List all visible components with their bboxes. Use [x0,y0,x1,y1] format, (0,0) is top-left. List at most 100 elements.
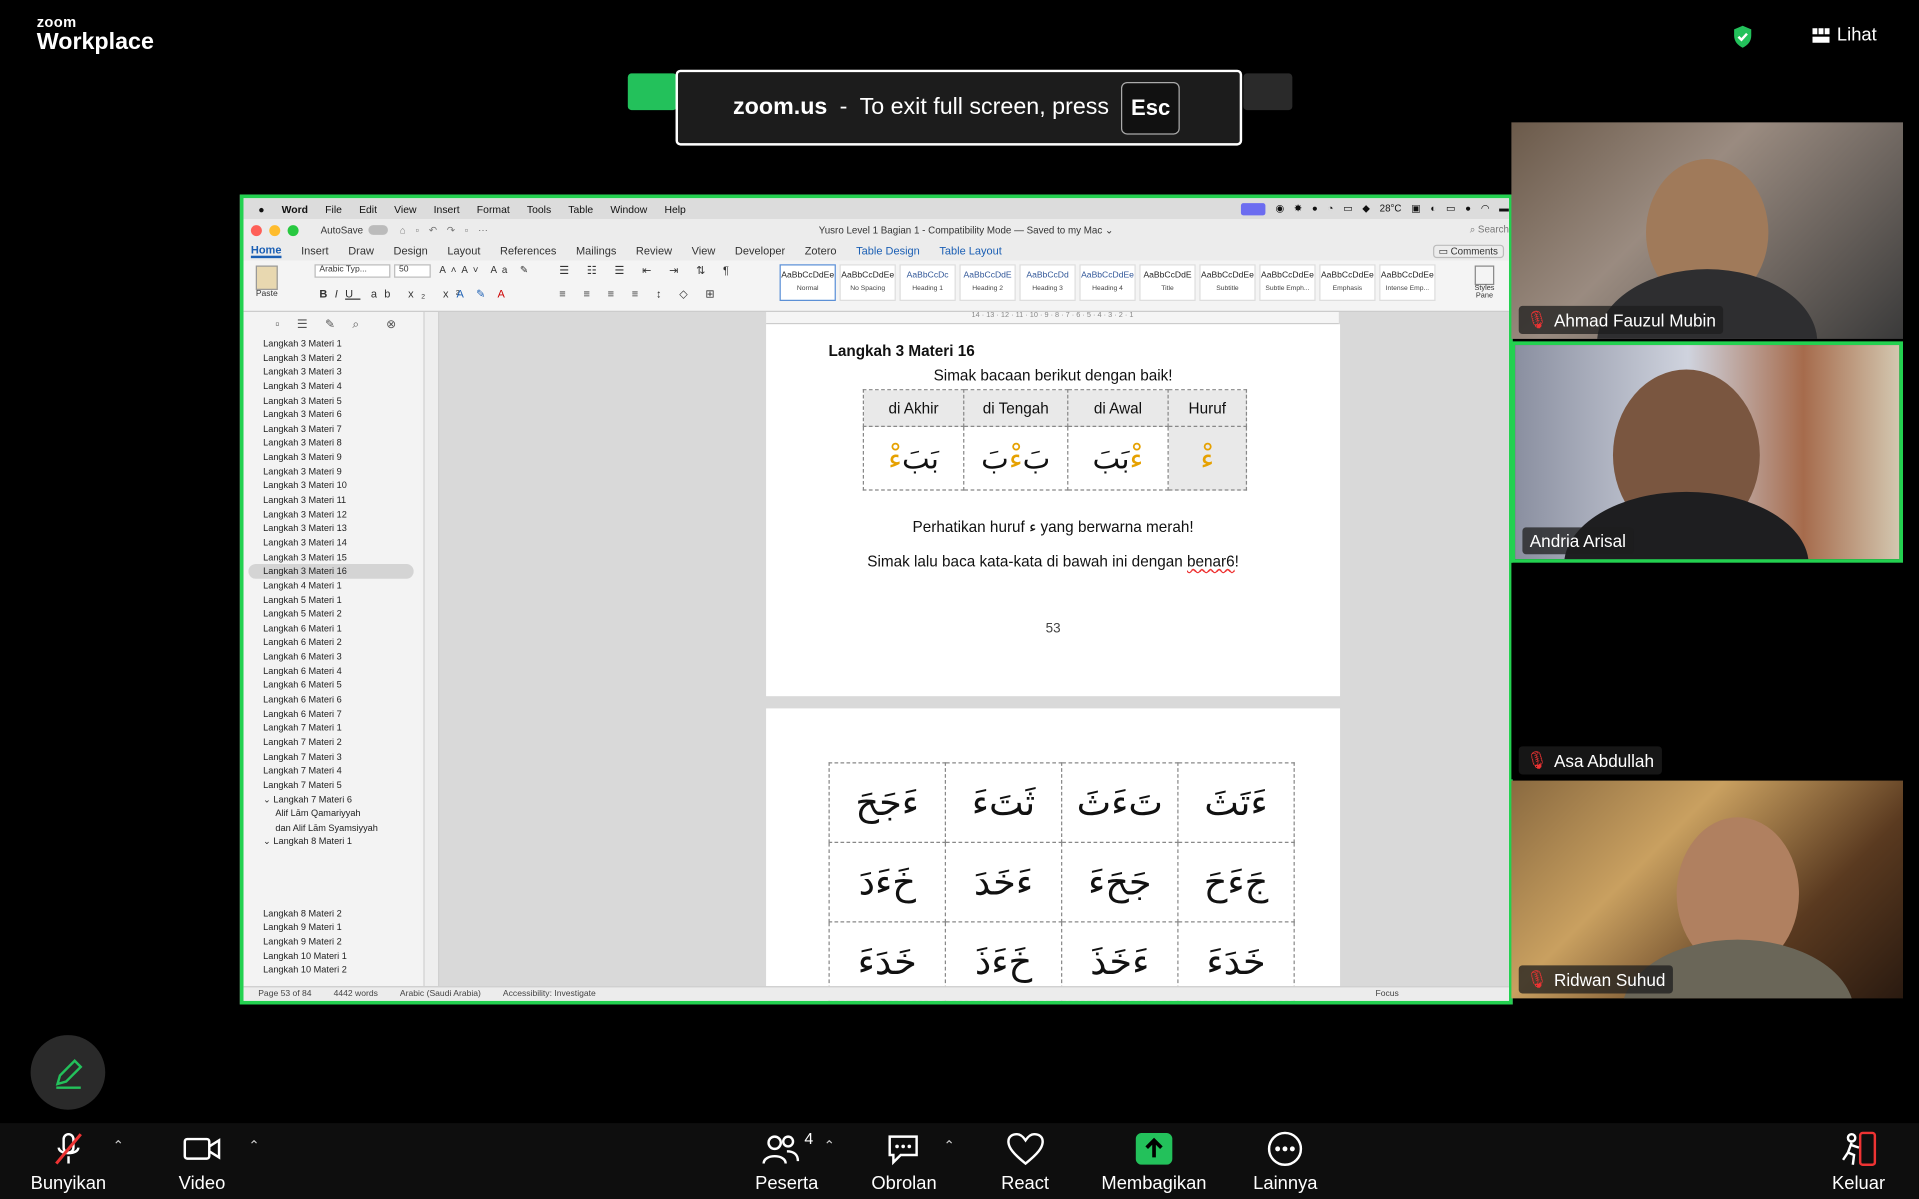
participant-tile[interactable]: 🎙 Asa Abdullah [1511,562,1904,780]
nav-heading-item[interactable]: Langkah 6 Materi 4 [248,664,413,678]
document-title[interactable]: Yusro Level 1 Bagian 1 - Compatibility M… [819,225,1113,236]
nav-heading-item[interactable]: Langkah 3 Materi 16 [248,564,414,579]
tab-view[interactable]: View [692,245,716,257]
nav-heading-item[interactable]: ⌄ Langkah 8 Materi 1 [248,835,413,849]
nav-heading-item[interactable]: Langkah 3 Materi 13 [248,522,413,536]
nav-heading-item[interactable]: Langkah 3 Materi 6 [248,408,413,422]
battery-icon[interactable]: ▬ [1499,203,1509,214]
status-icon[interactable]: ◔ [1328,203,1334,214]
tab-references[interactable]: References [500,245,556,257]
react-button[interactable]: React [1001,1129,1049,1194]
headings-view-icon[interactable]: ☰ [297,317,308,330]
styles-pane-button[interactable]: Styles Pane [1467,265,1501,300]
status-icon[interactable]: ◉ [1275,203,1284,214]
annotate-button[interactable] [30,1035,106,1110]
page-count[interactable]: Page 53 of 84 [258,990,311,999]
tab-review[interactable]: Review [636,245,672,257]
nav-heading-item[interactable]: Langkah 10 Materi 2 [248,963,413,977]
font-name-select[interactable]: Arabic Typ... [314,264,391,278]
language[interactable]: Arabic (Saudi Arabia) [400,990,481,999]
arabic-words-table[interactable]: ءَجَحَ ثَتَءَ تَءَثَ ءَتَثَ خَءَدَ ءَخَدَ جَح… [828,762,1295,1001]
pages-view-icon[interactable]: ▫ [275,317,279,330]
nav-heading-item[interactable]: Langkah 3 Materi 8 [248,436,413,450]
nav-heading-item[interactable]: Langkah 3 Materi 9 [248,450,413,464]
tab-developer[interactable]: Developer [735,245,785,257]
nav-heading-item[interactable]: Langkah 3 Materi 1 [248,336,413,350]
nav-heading-item[interactable]: Langkah 9 Materi 1 [248,920,413,934]
style-heading-4[interactable]: AaBbCcDdEe Heading 4 [1079,264,1136,301]
chat-options-chevron-icon[interactable]: ⌃ [944,1138,955,1154]
more-button[interactable]: Lainnya [1253,1129,1317,1194]
document-page-53[interactable]: Langkah 3 Materi 16 Simak bacaan berikut… [766,324,1341,697]
view-button[interactable]: Lihat [1812,24,1877,45]
nav-heading-item[interactable]: Langkah 10 Materi 1 [248,949,413,963]
nav-heading-item[interactable]: Langkah 3 Materi 15 [248,550,413,564]
status-icon[interactable]: ● [1312,203,1318,214]
word-count[interactable]: 4442 words [334,990,378,999]
participant-tile[interactable]: 🎙 Ridwan Suhud [1511,780,1904,999]
security-shield-icon[interactable] [1730,24,1754,48]
close-window-icon[interactable] [250,224,262,236]
nav-heading-item[interactable]: Langkah 6 Materi 5 [248,678,413,692]
status-icon[interactable]: ▣ [1411,203,1420,214]
nav-heading-item[interactable]: Langkah 7 Materi 5 [248,778,413,792]
nav-heading-item[interactable]: Langkah 7 Materi 2 [248,735,413,749]
audio-options-chevron-icon[interactable]: ⌃ [113,1138,124,1154]
text-color-buttons[interactable]: A ✎ A [456,288,509,301]
nav-heading-item[interactable]: Langkah 6 Materi 6 [248,693,413,707]
font-grow-shrink[interactable]: A˄A˅ Aa ✎ [439,264,533,275]
align-buttons[interactable]: ≡ ≡ ≡ ≡ ↕ ◇ ⊞ [559,288,722,301]
nav-heading-item[interactable]: Langkah 5 Materi 1 [248,593,413,607]
nav-heading-item[interactable]: Langkah 3 Materi 4 [248,379,413,393]
participant-tile-active-speaker[interactable]: Andria Arisal [1511,341,1904,563]
share-button[interactable]: Membagikan [1101,1129,1207,1194]
apple-icon[interactable]: ● [258,202,264,214]
tab-table-design[interactable]: Table Design [856,245,920,257]
tab-mailings[interactable]: Mailings [576,245,616,257]
status-icon[interactable]: ✸ [1294,203,1302,214]
menu-file[interactable]: File [325,202,342,214]
video-button[interactable]: Video [179,1129,225,1194]
style-emphasis[interactable]: AaBbCcDdEe Emphasis [1319,264,1376,301]
status-icon[interactable]: ▭ [1446,203,1455,214]
unmute-button[interactable]: Bunyikan [31,1129,106,1194]
nav-heading-item[interactable]: Langkah 7 Materi 3 [248,749,413,763]
style-intense-emp-[interactable]: AaBbCcDdEe Intense Emp... [1379,264,1436,301]
participants-button[interactable]: 4 Peserta [755,1129,818,1194]
paste-button[interactable]: Paste [251,265,283,299]
menu-tools[interactable]: Tools [527,202,551,214]
minimize-window-icon[interactable] [269,224,281,236]
menu-help[interactable]: Help [664,202,685,214]
nav-heading-item[interactable]: Langkah 4 Materi 1 [248,579,413,593]
nav-heading-item[interactable]: Langkah 6 Materi 1 [248,621,413,635]
style-heading-3[interactable]: AaBbCcDd Heading 3 [1019,264,1076,301]
video-options-chevron-icon[interactable]: ⌃ [248,1138,259,1154]
menu-edit[interactable]: Edit [359,202,377,214]
tab-table-layout[interactable]: Table Layout [939,245,1001,257]
user-icon[interactable]: ● [1465,203,1471,214]
nav-heading-item[interactable]: Langkah 8 Materi 2 [248,906,413,920]
comments-view-icon[interactable]: ✎ [325,317,335,330]
format-buttons[interactable]: BIU ab x₂ x² [319,288,467,300]
style-normal[interactable]: AaBbCcDdEe Normal [779,264,836,301]
tab-home[interactable]: Home [250,243,282,259]
nav-heading-item[interactable]: Langkah 3 Materi 3 [248,365,413,379]
style-no-spacing[interactable]: AaBbCcDdEe No Spacing [839,264,896,301]
nav-heading-item[interactable]: Langkah 3 Materi 5 [248,393,413,407]
nav-heading-item[interactable]: Alif Lām Qamariyyah [248,806,413,820]
nav-heading-item[interactable]: ⌄ Langkah 7 Materi 6 [248,792,413,806]
nav-heading-item[interactable]: Langkah 5 Materi 2 [248,607,413,621]
style-subtle-emph-[interactable]: AaBbCcDdEe Subtle Emph... [1259,264,1316,301]
nav-heading-item[interactable]: Langkah 7 Materi 1 [248,721,413,735]
nav-heading-item[interactable]: Langkah 3 Materi 2 [248,351,413,365]
hamzah-table[interactable]: di Akhir di Tengah di Awal Huruf بَبَءْ … [862,389,1248,491]
tab-insert[interactable]: Insert [301,245,329,257]
nav-heading-item[interactable]: Langkah 7 Materi 4 [248,764,413,778]
nav-close-icon[interactable]: ⊗ [386,317,396,330]
tab-design[interactable]: Design [394,245,428,257]
accessibility[interactable]: Accessibility: Investigate [503,990,596,999]
tab-zotero[interactable]: Zotero [805,245,837,257]
style-subtitle[interactable]: AaBbCcDdEe Subtitle [1199,264,1256,301]
menu-view[interactable]: View [394,202,416,214]
menu-window[interactable]: Window [610,202,647,214]
